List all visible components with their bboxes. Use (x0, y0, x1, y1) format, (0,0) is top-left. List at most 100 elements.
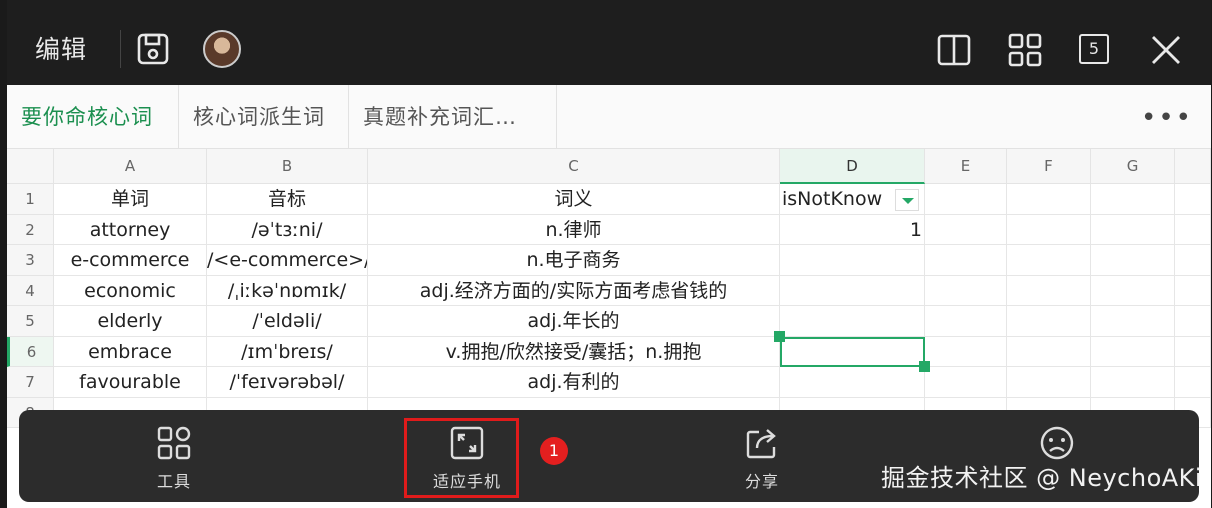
cell-f7[interactable] (1007, 367, 1091, 398)
column-header-d[interactable]: D (780, 149, 925, 184)
cell-filler (1175, 367, 1211, 398)
watermark: 掘金技术社区 @ NeychoAKi (881, 464, 1203, 492)
cell-g4[interactable] (1091, 275, 1175, 306)
cell-e5[interactable] (925, 306, 1007, 337)
close-icon[interactable] (1148, 32, 1184, 68)
cell-f6[interactable] (1007, 336, 1091, 367)
cell-f2[interactable] (1007, 214, 1091, 245)
tab-supplement-words[interactable]: 真题补充词汇… (349, 85, 557, 149)
cell-filler (1175, 245, 1211, 276)
cell-e4[interactable] (925, 275, 1007, 306)
tools-grid-icon (157, 426, 191, 460)
column-header-e[interactable]: E (925, 149, 1007, 184)
tools-button[interactable]: 工具 (119, 410, 229, 502)
cell-d7[interactable] (780, 367, 925, 398)
cell-filler (1175, 275, 1211, 306)
cell-d5[interactable] (780, 306, 925, 337)
tools-label: 工具 (156, 472, 191, 491)
cell-b3[interactable]: /<e-commerce>/ (207, 245, 368, 276)
cell-c5[interactable]: adj.年长的 (368, 306, 780, 337)
cell-a1[interactable]: 单词 (54, 184, 207, 215)
cell-filler (1175, 306, 1211, 337)
cell-g1[interactable] (1091, 184, 1175, 215)
selected-cell-outline (780, 336, 925, 367)
cell-a7[interactable]: favourable (54, 367, 207, 398)
column-header-c[interactable]: C (368, 149, 780, 184)
cell-g6[interactable] (1091, 336, 1175, 367)
cell-a5[interactable]: elderly (54, 306, 207, 337)
cell-b2[interactable]: /əˈtɜːni/ (207, 214, 368, 245)
cell-a6[interactable]: embrace (54, 336, 207, 367)
cell-g7[interactable] (1091, 367, 1175, 398)
cell-d3[interactable] (780, 245, 925, 276)
selection-handle-start[interactable] (774, 330, 785, 342)
cell-c7[interactable]: adj.有利的 (368, 367, 780, 398)
grid-view-icon[interactable] (1007, 32, 1043, 68)
row-header-7[interactable]: 7 (7, 367, 54, 398)
share-label: 分享 (744, 472, 779, 491)
row-header-4[interactable]: 4 (7, 275, 54, 306)
cell-c3[interactable]: n.电子商务 (368, 245, 780, 276)
row-header-2[interactable]: 2 (7, 214, 54, 245)
save-icon[interactable] (135, 31, 171, 67)
page-count-icon[interactable]: 5 (1079, 34, 1109, 64)
cell-g2[interactable] (1091, 214, 1175, 245)
row-header-1[interactable]: 1 (7, 184, 54, 215)
cell-e3[interactable] (925, 245, 1007, 276)
cell-b7[interactable]: /ˈfeɪvərəbəl/ (207, 367, 368, 398)
row-header-5[interactable]: 5 (7, 306, 54, 337)
annotation-badge: 1 (540, 437, 568, 465)
share-button[interactable]: 分享 (707, 410, 817, 502)
cell-e2[interactable] (925, 214, 1007, 245)
row-header-6[interactable]: 6 (7, 336, 54, 367)
cell-g3[interactable] (1091, 245, 1175, 276)
column-header-filler (1175, 149, 1211, 184)
column-header-a[interactable]: A (54, 149, 207, 184)
cell-b6[interactable]: /ɪmˈbreɪs/ (207, 336, 368, 367)
cell-filler (1175, 184, 1211, 215)
cell-a2[interactable]: attorney (54, 214, 207, 245)
sheet-tabs: 要你命核心词 核心词派生词 真题补充词汇… ••• (7, 85, 1211, 149)
annotation-highlight-box (404, 418, 519, 498)
column-header-b[interactable]: B (207, 149, 368, 184)
cell-c6[interactable]: v.拥抱/欣然接受/囊括；n.拥抱 (368, 336, 780, 367)
app-window: 编辑 5 要你命核心词 核心词派生词 真题补充词汇… ••• AB C D E … (7, 0, 1211, 508)
feedback-face-icon (1040, 426, 1074, 460)
select-all-corner[interactable] (7, 149, 54, 184)
cell-e6[interactable] (925, 336, 1007, 367)
cell-b1[interactable]: 音标 (207, 184, 368, 215)
cell-c1[interactable]: 词义 (368, 184, 780, 215)
column-header-g[interactable]: G (1091, 149, 1175, 184)
cell-b4[interactable]: /ˌiːkəˈnɒmɪk/ (207, 275, 368, 306)
cell-f4[interactable] (1007, 275, 1091, 306)
divider (120, 30, 121, 68)
top-toolbar: 编辑 5 (7, 0, 1211, 85)
tab-core-words[interactable]: 要你命核心词 (7, 85, 179, 149)
selection-handle-end[interactable] (919, 361, 930, 372)
cell-g5[interactable] (1091, 306, 1175, 337)
row-header-3[interactable]: 3 (7, 245, 54, 276)
cell-a4[interactable]: economic (54, 275, 207, 306)
cell-f1[interactable] (1007, 184, 1091, 215)
share-icon (746, 429, 776, 459)
filter-dropdown-icon[interactable] (895, 189, 919, 211)
cell-d2[interactable]: 1 (780, 214, 925, 245)
cell-b5[interactable]: /ˈeldəli/ (207, 306, 368, 337)
column-header-f[interactable]: F (1007, 149, 1091, 184)
cell-a3[interactable]: e-commerce (54, 245, 207, 276)
avatar[interactable] (203, 30, 241, 68)
cell-c4[interactable]: adj.经济方面的/实际方面考虑省钱的 (368, 275, 780, 306)
cell-f5[interactable] (1007, 306, 1091, 337)
split-view-icon[interactable] (936, 32, 972, 68)
cell-filler (1175, 336, 1211, 367)
more-icon[interactable]: ••• (1141, 103, 1193, 133)
cell-f3[interactable] (1007, 245, 1091, 276)
edit-button[interactable]: 编辑 (35, 30, 87, 66)
cell-e7[interactable] (925, 367, 1007, 398)
tab-derived-words[interactable]: 核心词派生词 (179, 85, 349, 149)
cell-c2[interactable]: n.律师 (368, 214, 780, 245)
cell-e1[interactable] (925, 184, 1007, 215)
cell-d4[interactable] (780, 275, 925, 306)
spreadsheet-grid[interactable]: A B C D E F G 1 单词 音标 词义 isNotKnow 2 attorney/əˈtɜːni… (7, 149, 1211, 428)
cell-filler (1175, 214, 1211, 245)
